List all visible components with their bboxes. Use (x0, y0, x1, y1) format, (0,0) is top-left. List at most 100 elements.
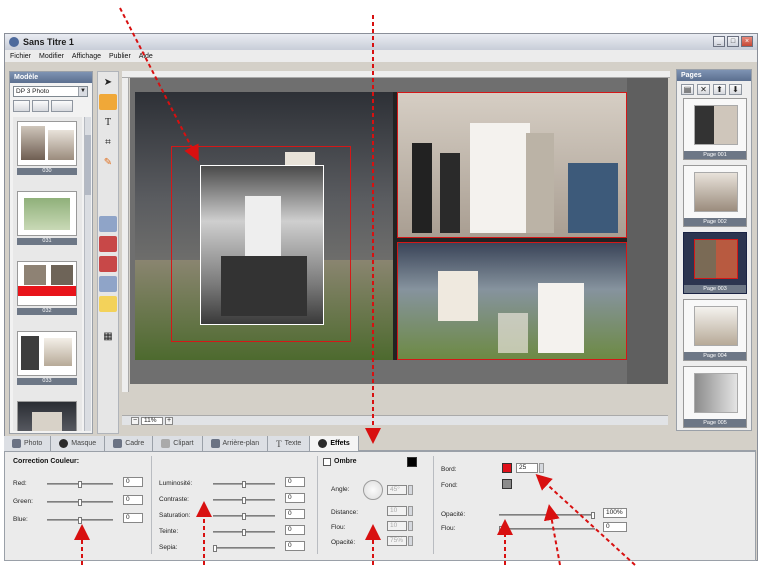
ombre-flou-spinner[interactable] (408, 521, 413, 531)
tab-masque[interactable]: Masque (51, 436, 106, 451)
template-thumbnail[interactable]: 031 (17, 191, 77, 257)
maximize-button[interactable]: □ (727, 36, 739, 47)
page-thumbnail[interactable]: Page 001 (683, 98, 747, 160)
flou-value[interactable]: 0 (603, 522, 627, 532)
delete-page-icon[interactable]: ✕ (697, 84, 710, 95)
page-thumbnail-selected[interactable]: Page 003 (683, 232, 747, 294)
teinte-value[interactable]: 0 (285, 525, 305, 535)
contraste-slider[interactable] (213, 497, 275, 504)
couple-photo[interactable] (397, 92, 627, 238)
zoom-out-button[interactable]: − (131, 417, 139, 425)
layer-tool-icon[interactable] (99, 216, 117, 232)
shadow-color-swatch[interactable] (407, 457, 417, 467)
sepia-value[interactable]: 0 (285, 541, 305, 551)
distance-value[interactable]: 10 (387, 506, 407, 516)
church-photo[interactable] (397, 242, 627, 360)
crop-tool-icon[interactable]: ⌗ (99, 134, 117, 150)
tab-effets[interactable]: Effets (310, 436, 359, 451)
bord-value[interactable]: 25 (516, 463, 538, 473)
close-button[interactable]: × (741, 36, 753, 47)
note-tool-icon[interactable] (99, 296, 117, 312)
apply-template-button[interactable] (51, 100, 73, 112)
add-template-button[interactable] (13, 100, 30, 112)
page-thumbnail[interactable]: Page 004 (683, 299, 747, 361)
opacite-value[interactable]: 100% (603, 508, 627, 518)
template-select[interactable]: DP 3 Photo ▼ (13, 86, 88, 97)
template-thumbnail[interactable]: 033 (17, 331, 77, 397)
slider-thumb[interactable] (242, 529, 246, 536)
slider-thumb[interactable] (242, 513, 246, 520)
distance-spinner[interactable] (408, 506, 413, 516)
ombre-opacite-spinner[interactable] (408, 536, 413, 546)
angle-value[interactable]: 45° (387, 485, 407, 495)
teinte-slider[interactable] (213, 529, 275, 536)
contraste-value[interactable]: 0 (285, 493, 305, 503)
slider-thumb[interactable] (591, 512, 595, 519)
slider-thumb[interactable] (242, 497, 246, 504)
slider-thumb[interactable] (213, 545, 217, 552)
flou-slider[interactable] (499, 526, 595, 533)
menu-aide[interactable]: Aide (139, 53, 153, 60)
red-value[interactable]: 0 (123, 477, 143, 487)
angle-dial[interactable] (363, 480, 383, 500)
menu-affichage[interactable]: Affichage (72, 53, 101, 60)
select-arrow-icon[interactable]: ➤ (99, 74, 117, 90)
pencil-tool-icon[interactable]: ✎ (99, 154, 117, 170)
menu-modifier[interactable]: Modifier (39, 53, 64, 60)
remove-layer-icon[interactable] (99, 256, 117, 272)
ombre-flou-value[interactable]: 10 (387, 521, 407, 531)
tab-photo[interactable]: Photo (4, 436, 52, 451)
blue-value[interactable]: 0 (123, 513, 143, 523)
delete-layer-icon[interactable] (99, 236, 117, 252)
green-value[interactable]: 0 (123, 495, 143, 505)
slider-thumb[interactable] (78, 481, 82, 488)
template-thumbnail[interactable]: 032 (17, 261, 77, 327)
sepia-slider[interactable] (213, 545, 275, 552)
tab-cadre[interactable]: Cadre (105, 436, 154, 451)
red-slider[interactable] (47, 481, 113, 488)
slider-thumb[interactable] (499, 526, 503, 533)
layer-order-icon[interactable] (99, 276, 117, 292)
masked-photo-frame[interactable] (171, 146, 351, 342)
tab-clipart[interactable]: Clipart (153, 436, 203, 451)
menu-fichier[interactable]: Fichier (10, 53, 31, 60)
text-tool-icon[interactable]: T (99, 114, 117, 130)
bord-spinner[interactable] (539, 463, 544, 473)
gallery-tool-icon[interactable]: ▦ (99, 328, 117, 344)
minimize-button[interactable]: _ (713, 36, 725, 47)
green-slider[interactable] (47, 499, 113, 506)
scrollbar-thumb[interactable] (85, 135, 91, 195)
tab-texte[interactable]: T Texte (268, 436, 311, 451)
ombre-checkbox[interactable] (323, 458, 331, 466)
move-page-up-icon[interactable]: ⬆ (713, 84, 726, 95)
image-tool-icon[interactable] (99, 94, 117, 110)
saturation-slider[interactable] (213, 513, 275, 520)
page-canvas[interactable] (130, 78, 668, 384)
saturation-value[interactable]: 0 (285, 509, 305, 519)
ombre-opacite-value[interactable]: 75% (387, 536, 407, 546)
page-thumbnail[interactable]: Page 005 (683, 366, 747, 428)
template-thumbnail[interactable]: 034 (17, 401, 77, 431)
opacite-slider[interactable] (499, 512, 595, 519)
template-thumbnail[interactable]: 030 (17, 121, 77, 187)
page-properties-icon[interactable]: ▤ (681, 84, 694, 95)
slider-thumb[interactable] (78, 499, 82, 506)
chevron-down-icon[interactable]: ▼ (78, 87, 87, 96)
border-color-swatch[interactable] (502, 463, 512, 473)
angle-spinner[interactable] (408, 485, 413, 495)
zoom-in-button[interactable]: + (165, 417, 173, 425)
blue-slider[interactable] (47, 517, 113, 524)
tab-arriere-plan[interactable]: Arrière-plan (202, 436, 269, 451)
luminosite-value[interactable]: 0 (285, 477, 305, 487)
import-template-button[interactable] (32, 100, 49, 112)
zoom-level[interactable]: 11% (141, 417, 163, 425)
template-scrollbar[interactable] (84, 117, 91, 431)
luminosite-slider[interactable] (213, 481, 275, 488)
slider-thumb[interactable] (78, 517, 82, 524)
slider-thumb[interactable] (242, 481, 246, 488)
canvas-horizontal-scrollbar[interactable]: − 11% + (122, 415, 668, 425)
menu-publier[interactable]: Publier (109, 53, 131, 60)
page-thumbnail[interactable]: Page 002 (683, 165, 747, 227)
move-page-down-icon[interactable]: ⬇ (729, 84, 742, 95)
fill-color-swatch[interactable] (502, 479, 512, 489)
